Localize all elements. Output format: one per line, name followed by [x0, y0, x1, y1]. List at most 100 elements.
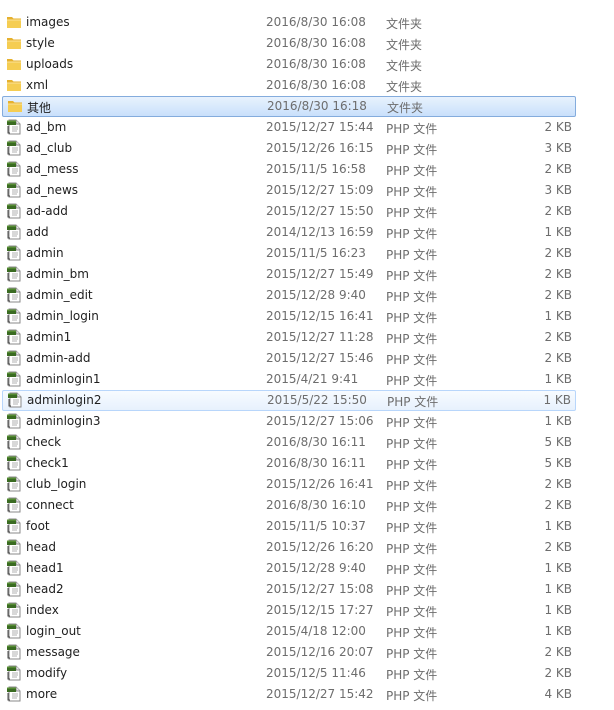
file-name: admin_edit	[26, 288, 93, 302]
folder-icon	[6, 35, 22, 51]
file-type: 文件夹	[386, 17, 423, 31]
file-size: 1 KB	[543, 393, 571, 407]
folder-icon	[6, 77, 22, 93]
modified-date: 2015/12/27 15:44	[266, 120, 374, 134]
file-name: more	[26, 687, 58, 701]
modified-date: 2015/12/15 17:27	[266, 603, 374, 617]
file-name: club_login	[26, 477, 87, 491]
file-row[interactable]: foot 2015/11/5 10:37 PHP 文件 1 KB	[0, 516, 614, 537]
file-name: add	[26, 225, 49, 239]
file-row[interactable]: club_login 2015/12/26 16:41 PHP 文件 2 KB	[0, 474, 614, 495]
file-type: PHP 文件	[386, 416, 438, 430]
php-file-icon	[6, 413, 22, 429]
file-row[interactable]: head 2015/12/26 16:20 PHP 文件 2 KB	[0, 537, 614, 558]
file-name: ad_news	[26, 183, 79, 197]
file-name: login_out	[26, 624, 81, 638]
file-size: 2 KB	[544, 288, 572, 302]
modified-date: 2015/4/21 9:41	[266, 372, 359, 386]
modified-date: 2015/5/22 15:50	[267, 393, 367, 407]
file-name: ad_mess	[26, 162, 79, 176]
file-size: 2 KB	[544, 498, 572, 512]
file-row[interactable]: adminlogin2 2015/5/22 15:50 PHP 文件 1 KB	[2, 390, 576, 411]
file-row[interactable]: head1 2015/12/28 9:40 PHP 文件 1 KB	[0, 558, 614, 579]
file-row[interactable]: login_out 2015/4/18 12:00 PHP 文件 1 KB	[0, 621, 614, 642]
php-file-icon	[7, 392, 23, 408]
file-type: PHP 文件	[386, 647, 438, 661]
file-type: PHP 文件	[386, 122, 438, 136]
file-name: message	[26, 645, 80, 659]
file-size: 5 KB	[544, 435, 572, 449]
modified-date: 2015/12/27 15:42	[266, 687, 374, 701]
php-file-icon	[6, 518, 22, 534]
file-size: 2 KB	[544, 267, 572, 281]
file-row[interactable]: ad_news 2015/12/27 15:09 PHP 文件 3 KB	[0, 180, 614, 201]
file-size: 3 KB	[544, 141, 572, 155]
php-file-icon	[6, 476, 22, 492]
file-type: PHP 文件	[386, 542, 438, 556]
folder-row[interactable]: uploads 2016/8/30 16:08 文件夹	[0, 54, 614, 75]
folder-row[interactable]: 其他 2016/8/30 16:18 文件夹	[2, 96, 576, 117]
file-name: index	[26, 603, 59, 617]
php-file-icon	[6, 140, 22, 156]
php-file-icon	[6, 308, 22, 324]
file-type: PHP 文件	[386, 290, 438, 304]
file-type: PHP 文件	[386, 689, 438, 703]
file-row[interactable]: admin 2015/11/5 16:23 PHP 文件 2 KB	[0, 243, 614, 264]
file-row[interactable]: admin_edit 2015/12/28 9:40 PHP 文件 2 KB	[0, 285, 614, 306]
file-size: 2 KB	[544, 120, 572, 134]
php-file-icon	[6, 119, 22, 135]
file-row[interactable]: check1 2016/8/30 16:11 PHP 文件 5 KB	[0, 453, 614, 474]
file-row[interactable]: ad_mess 2015/11/5 16:58 PHP 文件 2 KB	[0, 159, 614, 180]
php-file-icon	[6, 161, 22, 177]
modified-date: 2015/12/5 11:46	[266, 666, 366, 680]
php-file-icon	[6, 224, 22, 240]
folder-row[interactable]: style 2016/8/30 16:08 文件夹	[0, 33, 614, 54]
file-row[interactable]: ad_bm 2015/12/27 15:44 PHP 文件 2 KB	[0, 117, 614, 138]
file-type: PHP 文件	[386, 227, 438, 241]
file-row[interactable]: adminlogin1 2015/4/21 9:41 PHP 文件 1 KB	[0, 369, 614, 390]
file-row[interactable]: ad_club 2015/12/26 16:15 PHP 文件 3 KB	[0, 138, 614, 159]
file-type: PHP 文件	[386, 584, 438, 598]
folder-row[interactable]: xml 2016/8/30 16:08 文件夹	[0, 75, 614, 96]
file-type: PHP 文件	[386, 374, 438, 388]
file-name: head1	[26, 561, 64, 575]
file-name: style	[26, 36, 55, 50]
php-file-icon	[6, 686, 22, 702]
php-file-icon	[6, 371, 22, 387]
php-file-icon	[6, 560, 22, 576]
file-row[interactable]: admin1 2015/12/27 11:28 PHP 文件 2 KB	[0, 327, 614, 348]
php-file-icon	[6, 665, 22, 681]
file-size: 1 KB	[544, 561, 572, 575]
modified-date: 2016/8/30 16:08	[266, 78, 366, 92]
folder-row[interactable]: images 2016/8/30 16:08 文件夹	[0, 12, 614, 33]
file-row[interactable]: adminlogin3 2015/12/27 15:06 PHP 文件 1 KB	[0, 411, 614, 432]
file-row[interactable]: head2 2015/12/27 15:08 PHP 文件 1 KB	[0, 579, 614, 600]
modified-date: 2015/11/5 16:23	[266, 246, 366, 260]
file-row[interactable]: connect 2016/8/30 16:10 PHP 文件 2 KB	[0, 495, 614, 516]
php-file-icon	[6, 644, 22, 660]
file-size: 2 KB	[544, 351, 572, 365]
modified-date: 2016/8/30 16:10	[266, 498, 366, 512]
file-row[interactable]: admin_bm 2015/12/27 15:49 PHP 文件 2 KB	[0, 264, 614, 285]
file-type: PHP 文件	[386, 437, 438, 451]
file-row[interactable]: add 2014/12/13 16:59 PHP 文件 1 KB	[0, 222, 614, 243]
file-row[interactable]: check 2016/8/30 16:11 PHP 文件 5 KB	[0, 432, 614, 453]
file-name: foot	[26, 519, 50, 533]
modified-date: 2016/8/30 16:08	[266, 15, 366, 29]
file-row[interactable]: more 2015/12/27 15:42 PHP 文件 4 KB	[0, 684, 614, 705]
file-size: 2 KB	[544, 645, 572, 659]
php-file-icon	[6, 497, 22, 513]
file-name: uploads	[26, 57, 74, 71]
file-row[interactable]: ad-add 2015/12/27 15:50 PHP 文件 2 KB	[0, 201, 614, 222]
file-row[interactable]: message 2015/12/16 20:07 PHP 文件 2 KB	[0, 642, 614, 663]
file-row[interactable]: modify 2015/12/5 11:46 PHP 文件 2 KB	[0, 663, 614, 684]
file-size: 2 KB	[544, 540, 572, 554]
file-row[interactable]: admin_login 2015/12/15 16:41 PHP 文件 1 KB	[0, 306, 614, 327]
modified-date: 2015/12/26 16:20	[266, 540, 374, 554]
php-file-icon	[6, 245, 22, 261]
file-name: 其他	[27, 101, 52, 115]
file-name: admin	[26, 246, 64, 260]
file-type: PHP 文件	[386, 458, 438, 472]
file-row[interactable]: index 2015/12/15 17:27 PHP 文件 1 KB	[0, 600, 614, 621]
file-row[interactable]: admin-add 2015/12/27 15:46 PHP 文件 2 KB	[0, 348, 614, 369]
